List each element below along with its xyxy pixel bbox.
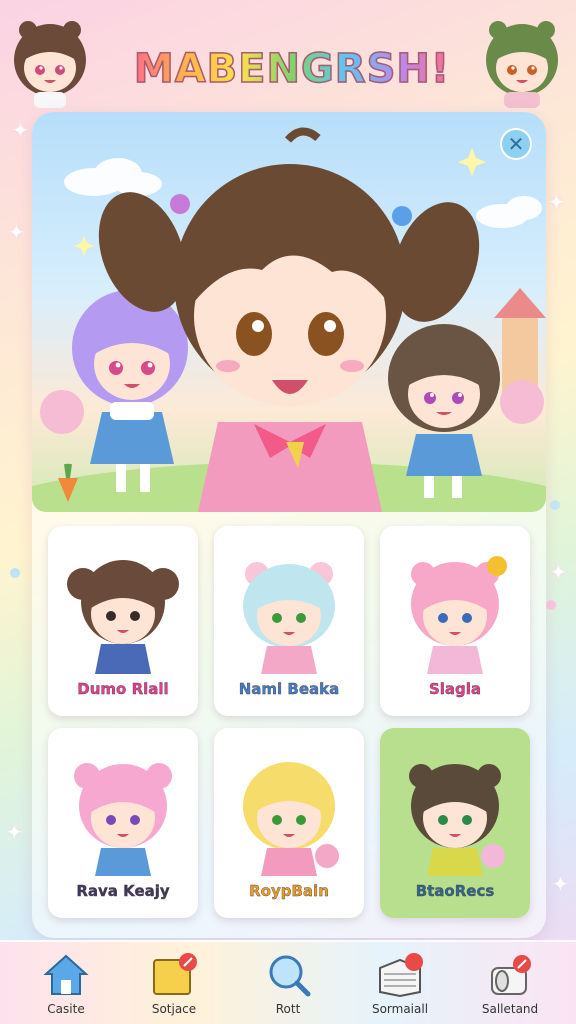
nav-label: Casite (47, 1002, 85, 1016)
app-title: MABENGRSH! (133, 45, 451, 93)
header-avatar-right (486, 21, 558, 108)
hero-scene: ✕ (32, 112, 546, 512)
nav-item-sotjace[interactable]: Sotjace (126, 950, 222, 1022)
toilet-paper-icon (491, 955, 531, 995)
character-portrait (243, 762, 339, 876)
sparkle-icon: ✦ (12, 118, 29, 142)
character-card-slagla[interactable]: Slagla (380, 526, 530, 716)
sparkle-icon: ✦ (548, 190, 565, 214)
character-name: Dumo Rlall (77, 680, 169, 698)
book-icon (379, 953, 423, 998)
nav-item-casite[interactable]: Casite (18, 950, 114, 1022)
sticky-note-icon (153, 953, 197, 995)
sparkle-icon: ✦ (8, 220, 25, 244)
sparkle-icon: ✦ (6, 820, 23, 844)
character-card-rava-keajy[interactable]: Rava Keajy (48, 728, 198, 918)
character-portrait (243, 562, 335, 674)
close-icon: ✕ (507, 132, 525, 156)
purple-hair-girl (72, 290, 188, 492)
character-portrait (409, 764, 505, 876)
nav-item-salletand[interactable]: Salletand (462, 950, 558, 1022)
nav-label: Sormaiall (371, 1002, 429, 1016)
character-portrait (411, 556, 507, 674)
nav-item-rott[interactable]: Rott (240, 950, 336, 1022)
nav-item-sormaiall[interactable]: Sormaiall (352, 950, 448, 1022)
character-name: RoypBain (249, 882, 329, 900)
character-grid: Dumo Rlall Nami Beaka Slagla Rava Keajy … (48, 526, 530, 918)
nav-label: Sotjace (151, 1002, 197, 1016)
sparkle-icon: ✦ (550, 560, 567, 584)
bottom-nav: Casite Sotjace Rott Sormaiall Salletand (0, 940, 576, 1024)
character-portrait (67, 560, 179, 674)
character-portrait (74, 763, 172, 876)
sparkle-icon: ✦ (552, 872, 569, 896)
header-avatar-left (14, 21, 86, 108)
magnifier-icon (269, 955, 311, 997)
header: MABENGRSH! (0, 0, 576, 112)
decor-dot (550, 500, 560, 510)
character-card-nami-beaka[interactable]: Nami Beaka (214, 526, 364, 716)
character-name: Rava Keajy (76, 882, 170, 900)
hero-illustration (32, 127, 546, 512)
character-card-btaorecs[interactable]: BtaoRecs (380, 728, 530, 918)
character-card-roypbain[interactable]: RoypBain (214, 728, 364, 918)
nav-label: Salletand (481, 1002, 539, 1016)
nav-label: Rott (275, 1002, 301, 1016)
character-name: BtaoRecs (415, 882, 495, 900)
decor-dot (546, 600, 556, 610)
decor-dot (10, 568, 20, 578)
character-name: Nami Beaka (238, 680, 340, 698)
character-card-dumo-rlall[interactable]: Dumo Rlall (48, 526, 198, 716)
home-icon (43, 954, 89, 995)
close-button[interactable]: ✕ (500, 128, 532, 160)
main-panel: ✕ Dumo Rlall Nami Beaka Slagla Rava Keaj… (32, 112, 546, 938)
character-name: Slagla (428, 680, 482, 698)
